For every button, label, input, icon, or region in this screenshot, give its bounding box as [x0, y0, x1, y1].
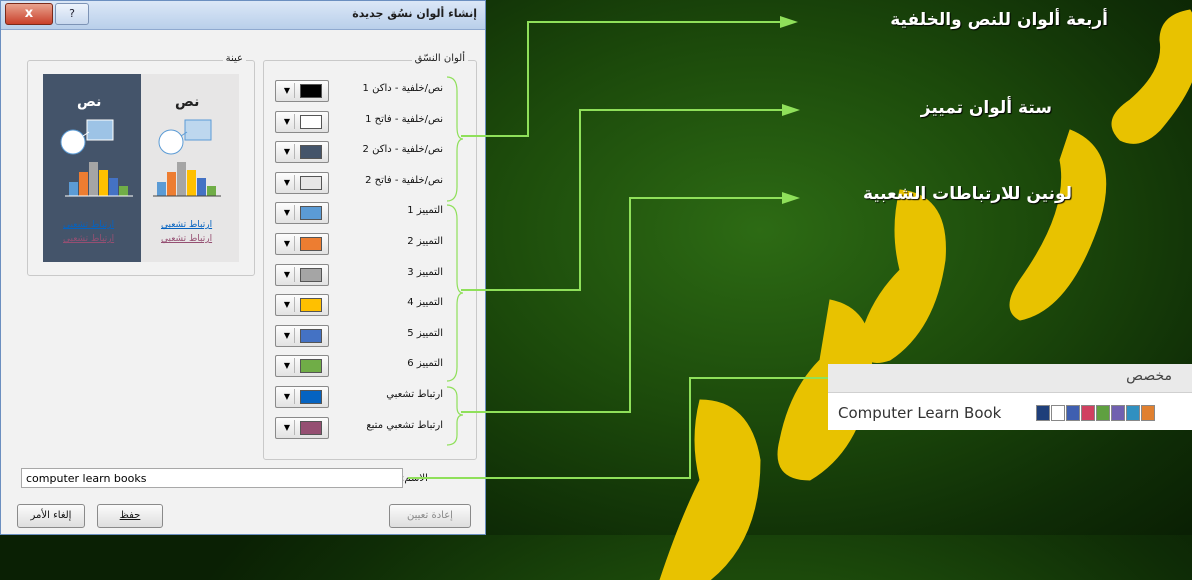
- custom-theme-swatch: [1066, 405, 1080, 421]
- custom-theme-name[interactable]: Computer Learn Book: [838, 404, 1001, 422]
- custom-theme-swatch: [1141, 405, 1155, 421]
- custom-theme-swatch: [1096, 405, 1110, 421]
- annotation-accents: ستة ألوان تمييز: [920, 98, 1052, 118]
- custom-theme-swatch: [1051, 405, 1065, 421]
- custom-theme-swatch: [1036, 405, 1050, 421]
- custom-header-label: مخصص: [1126, 368, 1172, 384]
- annotation-text-background: أربعة ألوان للنص والخلفية: [890, 10, 1108, 30]
- connector-arrows: [408, 16, 848, 479]
- custom-theme-swatch: [1126, 405, 1140, 421]
- annotation-hyperlinks: لونين للارتباطات الشعبية: [862, 184, 1072, 204]
- custom-theme-panel: مخصص Computer Learn Book: [828, 364, 1192, 430]
- custom-panel-header: مخصص: [828, 364, 1192, 393]
- custom-theme-swatch: [1081, 405, 1095, 421]
- custom-theme-swatch: [1111, 405, 1125, 421]
